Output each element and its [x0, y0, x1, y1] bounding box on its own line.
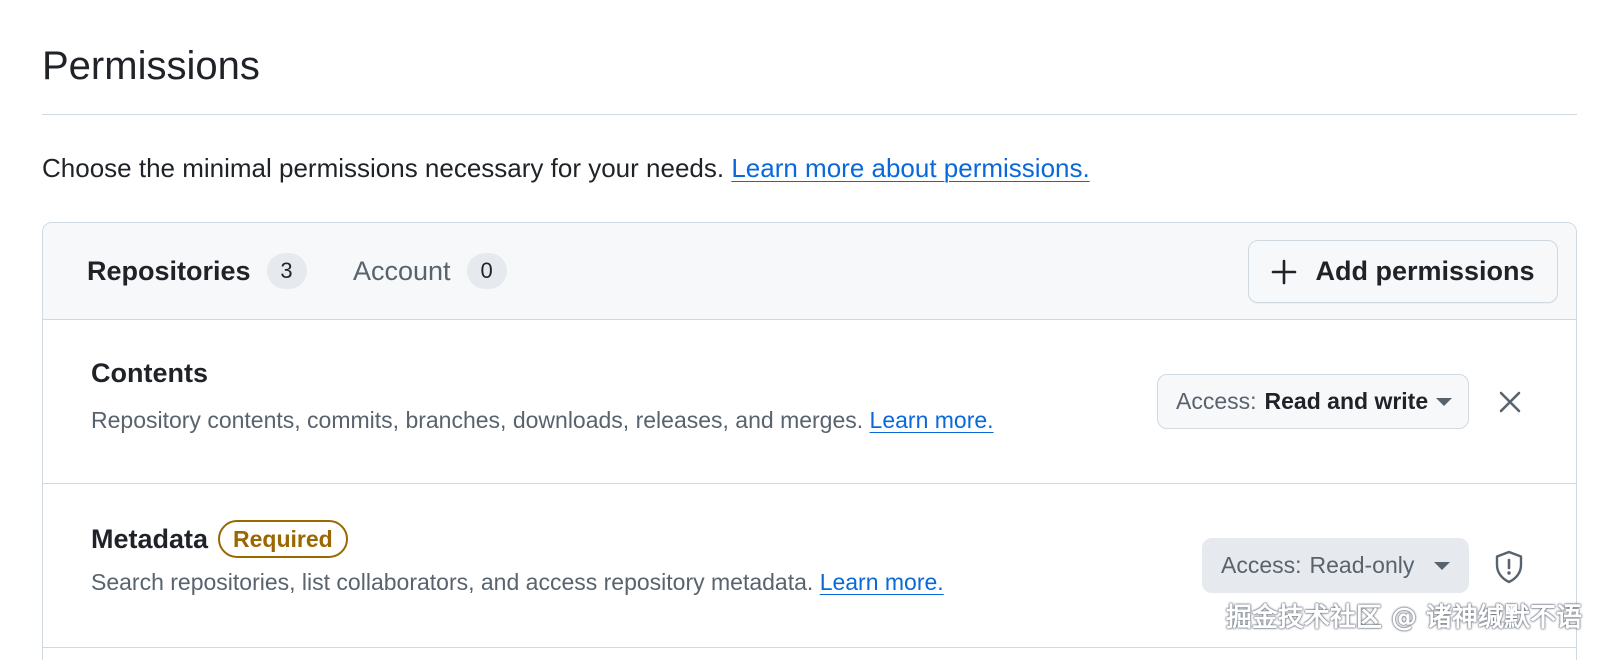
access-level-dropdown-disabled: Access: Read-only [1202, 538, 1469, 593]
access-prefix: Access: [1176, 388, 1257, 414]
permission-learn-more-link[interactable]: Learn more. [870, 407, 994, 433]
learn-more-permissions-link[interactable]: Learn more about permissions. [731, 153, 1089, 183]
page-title: Permissions [42, 44, 260, 88]
add-permissions-button[interactable]: Add permissions [1248, 240, 1558, 303]
watermark-text: 掘金技术社区 @ 诸神缄默不语 [1225, 603, 1582, 633]
tab-account-label: Account [353, 255, 451, 286]
tab-repositories-counter: 3 [266, 253, 307, 289]
access-value: Read-only [1309, 552, 1415, 578]
caret-down-icon [1434, 561, 1450, 570]
permission-name-text: Metadata [91, 523, 209, 554]
intro-text: Choose the minimal permissions necessary… [42, 153, 725, 183]
access-prefix: Access: [1221, 552, 1302, 578]
tab-repositories[interactable]: Repositories 3 [87, 253, 307, 289]
title-divider [42, 114, 1577, 115]
permission-description-text: Search repositories, list collaborators,… [91, 569, 814, 595]
permission-name: Contents [91, 358, 208, 389]
add-permissions-label: Add permissions [1315, 256, 1535, 286]
plus-icon [1272, 259, 1297, 284]
permission-description: Search repositories, list collaborators,… [91, 569, 944, 596]
shield-icon [1495, 550, 1523, 584]
permission-description: Repository contents, commits, branches, … [91, 407, 994, 434]
intro-paragraph: Choose the minimal permissions necessary… [42, 153, 1090, 184]
permissions-panel-header: Repositories 3 Account 0 Add permissions [43, 223, 1576, 320]
permission-name-text: Contents [91, 358, 208, 388]
access-value: Read and write [1264, 388, 1429, 414]
tab-repositories-label: Repositories [87, 255, 251, 286]
access-level-dropdown[interactable]: Access: Read and write [1157, 374, 1469, 429]
permission-name: Metadata Required [91, 520, 348, 558]
tab-account-counter: 0 [466, 253, 507, 289]
permissions-panel: Repositories 3 Account 0 Add permissions… [42, 222, 1577, 660]
permissions-page: Permissions Choose the minimal permissio… [0, 0, 1602, 660]
permission-description-text: Repository contents, commits, branches, … [91, 407, 864, 433]
required-badge: Required [218, 520, 348, 558]
permission-row-contents: Contents Repository contents, commits, b… [43, 320, 1576, 484]
caret-down-icon [1436, 397, 1453, 406]
tab-account[interactable]: Account 0 [353, 253, 507, 289]
permission-learn-more-link[interactable]: Learn more. [820, 569, 944, 595]
close-icon[interactable] [1496, 388, 1524, 416]
